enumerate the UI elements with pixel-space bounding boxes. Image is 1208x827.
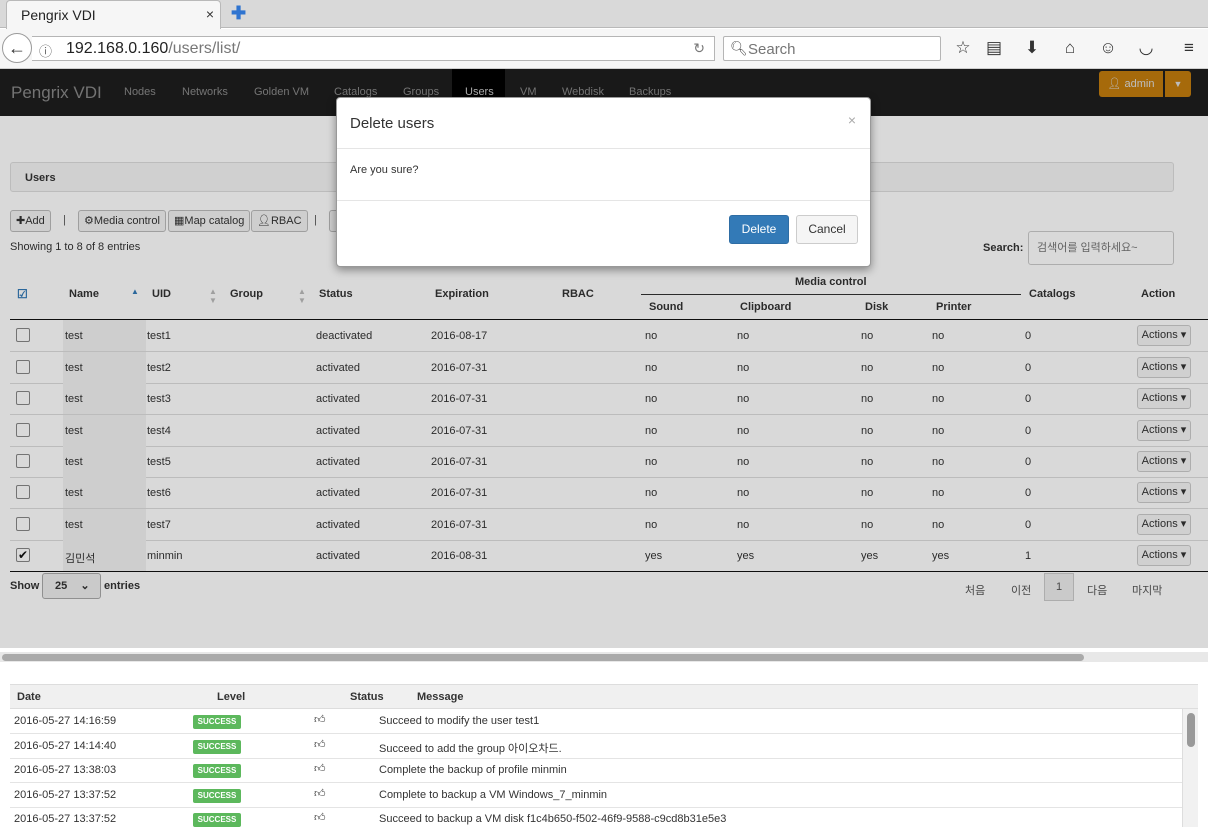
log-date: 2016-05-27 14:14:40 bbox=[14, 740, 117, 752]
log-row: 2016-05-27 13:37:52 SUCCESS 👍︎ Succeed t… bbox=[10, 807, 1182, 827]
search-icon: 🔍︎ bbox=[730, 40, 748, 56]
delete-users-modal: Delete users × Are you sure? Delete Canc… bbox=[336, 97, 871, 267]
log-message: Succeed to backup a VM disk f1c4b650-f50… bbox=[379, 813, 727, 825]
thumbs-up-icon: 👍︎ bbox=[314, 714, 326, 726]
success-badge: SUCCESS bbox=[193, 715, 241, 729]
home-icon[interactable]: ⌂ bbox=[1060, 38, 1080, 58]
thumbs-up-icon: 👍︎ bbox=[314, 812, 326, 824]
log-row: 2016-05-27 14:14:40 SUCCESS 👍︎ Succeed t… bbox=[10, 734, 1182, 759]
thumbs-up-icon: 👍︎ bbox=[314, 739, 326, 751]
modal-divider bbox=[337, 148, 870, 149]
log-col-date: Date bbox=[17, 691, 41, 703]
browser-search-input[interactable] bbox=[748, 39, 933, 59]
pocket-icon[interactable]: ◡ bbox=[1136, 38, 1156, 58]
bookmark-star-icon[interactable]: ☆ bbox=[953, 38, 973, 58]
reading-list-icon[interactable]: ▤ bbox=[984, 38, 1004, 58]
new-tab-icon[interactable]: ✚ bbox=[231, 3, 246, 24]
log-message: Succeed to add the group 아이오차드. bbox=[379, 743, 562, 755]
log-vertical-scrollbar[interactable] bbox=[1182, 709, 1198, 827]
modal-divider bbox=[337, 200, 870, 201]
success-badge: SUCCESS bbox=[193, 789, 241, 803]
success-badge: SUCCESS bbox=[193, 764, 241, 778]
info-icon[interactable]: ⓘ bbox=[39, 41, 52, 60]
log-message: Succeed to modify the user test1 bbox=[379, 715, 540, 727]
hello-icon[interactable]: ☺ bbox=[1098, 38, 1118, 58]
scrollbar-thumb[interactable] bbox=[1187, 713, 1195, 747]
download-icon[interactable]: ⬇ bbox=[1022, 38, 1042, 58]
log-date: 2016-05-27 13:37:52 bbox=[14, 789, 117, 801]
browser-search-bar[interactable]: 🔍︎ bbox=[723, 36, 941, 61]
url-text[interactable]: 192.168.0.160/users/list/ bbox=[66, 40, 240, 58]
modal-body-text: Are you sure? bbox=[350, 164, 419, 176]
log-date: 2016-05-27 13:38:03 bbox=[14, 764, 117, 776]
browser-toolbar: ⓘ 192.168.0.160/users/list/ ↻ ← 🔍︎ ☆ ▤ ⬇… bbox=[0, 29, 1208, 69]
url-host: 192.168.0.160 bbox=[66, 40, 169, 57]
horizontal-scrollbar[interactable] bbox=[0, 652, 1208, 662]
cancel-button[interactable]: Cancel bbox=[796, 215, 858, 244]
reload-icon[interactable]: ↻ bbox=[693, 40, 705, 57]
log-table-header: Date Level Status Message bbox=[10, 684, 1198, 709]
log-date: 2016-05-27 14:16:59 bbox=[14, 715, 117, 727]
browser-tab-bar: Pengrix VDI × ✚ bbox=[0, 0, 1208, 29]
browser-tab[interactable]: Pengrix VDI × bbox=[6, 0, 221, 29]
thumbs-up-icon: 👍︎ bbox=[314, 788, 326, 800]
log-col-level: Level bbox=[217, 691, 246, 703]
close-icon[interactable]: × bbox=[848, 112, 856, 128]
success-badge: SUCCESS bbox=[193, 740, 241, 754]
log-message: Complete the backup of profile minmin bbox=[379, 764, 567, 776]
close-tab-icon[interactable]: × bbox=[206, 6, 214, 22]
menu-icon[interactable]: ≡ bbox=[1179, 38, 1199, 58]
thumbs-up-icon: 👍︎ bbox=[314, 763, 326, 775]
log-row: 2016-05-27 13:38:03 SUCCESS 👍︎ Complete … bbox=[10, 758, 1182, 783]
log-date: 2016-05-27 13:37:52 bbox=[14, 813, 117, 825]
log-message: Complete to backup a VM Windows_7_minmin bbox=[379, 789, 608, 801]
log-row: 2016-05-27 13:37:52 SUCCESS 👍︎ Complete … bbox=[10, 783, 1182, 808]
log-col-message: Message bbox=[417, 691, 464, 703]
delete-button[interactable]: Delete bbox=[729, 215, 789, 244]
tab-title: Pengrix VDI bbox=[21, 7, 96, 23]
log-row: 2016-05-27 14:16:59 SUCCESS 👍︎ Succeed t… bbox=[10, 709, 1182, 734]
url-bar[interactable]: ⓘ 192.168.0.160/users/list/ ↻ bbox=[32, 36, 715, 61]
success-badge: SUCCESS bbox=[193, 813, 241, 827]
modal-title: Delete users bbox=[350, 115, 435, 132]
back-button[interactable]: ← bbox=[2, 33, 32, 63]
log-col-status: Status bbox=[350, 691, 384, 703]
back-arrow-icon: ← bbox=[8, 38, 26, 58]
scrollbar-thumb[interactable] bbox=[2, 654, 1084, 661]
url-path: /users/list/ bbox=[168, 40, 241, 57]
